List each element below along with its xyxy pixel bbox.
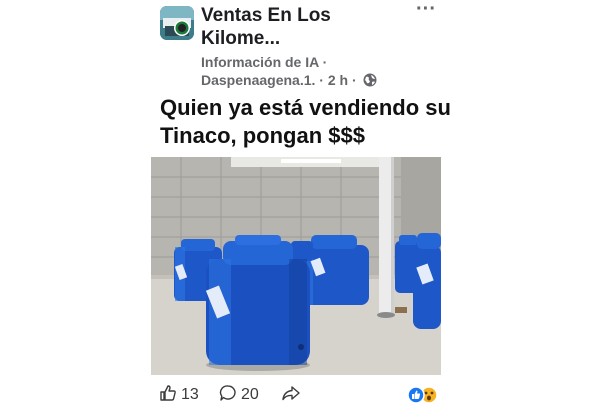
author-name[interactable]: Daspenaagena.1. [201, 72, 315, 88]
like-button[interactable]: 13 [159, 382, 199, 408]
comment-count: 20 [241, 386, 259, 403]
ai-info-label[interactable]: Información de IA · [201, 54, 327, 70]
share-button[interactable] [281, 382, 301, 408]
like-icon [159, 384, 177, 407]
post-text: Quien ya está vendiendo su Tinaco, ponga… [160, 95, 451, 148]
more-options-button[interactable]: ··· [413, 0, 439, 22]
group-avatar[interactable] [160, 6, 194, 40]
post-photo[interactable] [151, 157, 441, 375]
facebook-post: Ventas En Los Kilome... ··· Información … [0, 0, 590, 410]
like-reaction-icon [407, 386, 425, 404]
more-icon: ··· [416, 0, 436, 20]
comment-icon [219, 384, 237, 407]
globe-icon [363, 73, 377, 90]
reactions-summary[interactable] [405, 385, 441, 405]
post-actions: 13 20 [151, 382, 441, 408]
group-name-link[interactable]: Ventas En Los Kilome... [201, 4, 401, 50]
post-meta: Daspenaagena.1. · 2 h · [201, 72, 377, 90]
comment-button[interactable]: 20 [219, 382, 259, 408]
like-count: 13 [181, 386, 199, 403]
share-icon [281, 384, 301, 407]
post-time[interactable]: · 2 h · [315, 72, 356, 88]
